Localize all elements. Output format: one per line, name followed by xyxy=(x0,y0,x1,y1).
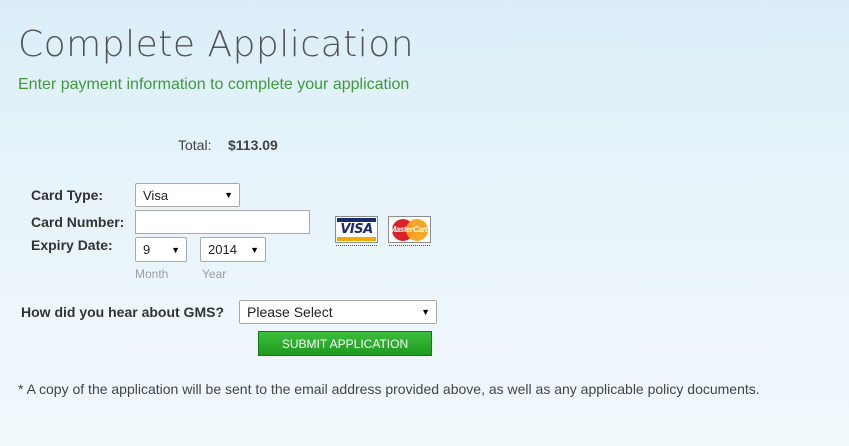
referral-value: Please Select xyxy=(247,304,333,320)
expiry-year-select[interactable]: 2014 ▼ xyxy=(200,237,266,262)
month-hint: Month xyxy=(135,267,169,281)
card-type-label: Card Type: xyxy=(31,187,104,203)
referral-label: How did you hear about GMS? xyxy=(21,304,224,320)
card-type-value: Visa xyxy=(143,187,169,203)
chevron-down-icon: ▼ xyxy=(224,190,233,200)
expiry-date-label: Expiry Date: xyxy=(31,237,113,253)
chevron-down-icon: ▼ xyxy=(250,244,259,255)
footnote: * A copy of the application will be sent… xyxy=(18,381,760,397)
year-hint: Year xyxy=(202,267,227,281)
mastercard-logo-icon[interactable]: MasterCard xyxy=(388,216,431,246)
page-title: Complete Application xyxy=(18,24,415,65)
referral-select[interactable]: Please Select ▼ xyxy=(239,300,437,324)
expiry-month-select[interactable]: 9 ▼ xyxy=(135,237,187,262)
total-label: Total: xyxy=(178,137,212,153)
chevron-down-icon: ▼ xyxy=(421,307,430,317)
visa-logo-text: VISA xyxy=(340,222,373,237)
expiry-month-value: 9 xyxy=(143,242,151,257)
card-number-input[interactable] xyxy=(135,210,310,234)
mastercard-logo-text: MasterCard xyxy=(389,225,430,234)
total-value: $113.09 xyxy=(228,137,278,153)
card-number-label: Card Number: xyxy=(31,214,125,230)
page-subtitle: Enter payment information to complete yo… xyxy=(18,76,410,93)
card-type-select[interactable]: Visa ▼ xyxy=(135,183,240,207)
visa-logo-icon[interactable]: VISA xyxy=(335,216,378,246)
submit-application-button[interactable]: SUBMIT APPLICATION xyxy=(258,331,432,356)
chevron-down-icon: ▼ xyxy=(171,244,180,255)
expiry-year-value: 2014 xyxy=(208,242,237,257)
